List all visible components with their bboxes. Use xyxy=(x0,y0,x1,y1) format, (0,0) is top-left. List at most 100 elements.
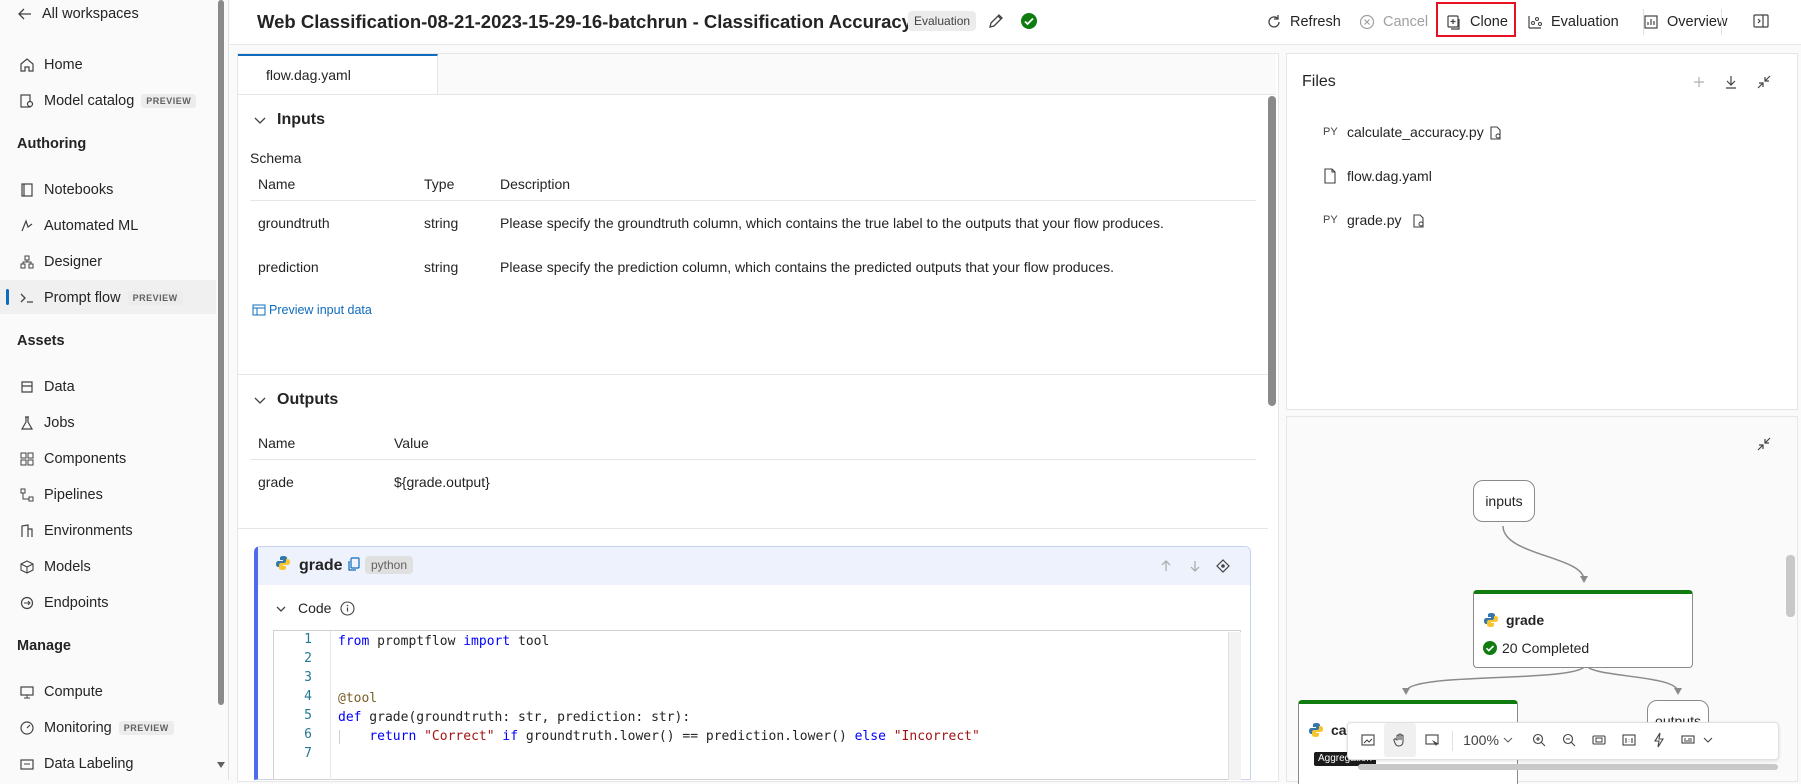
code-line-6: return "Correct" if groundtruth.lower() … xyxy=(338,727,980,746)
inputs-node[interactable]: inputs xyxy=(1473,480,1535,522)
environments-icon xyxy=(18,522,36,540)
sidebar-item-data-labeling[interactable]: Data Labeling xyxy=(18,751,134,777)
sidebar-item-environments[interactable]: Environments xyxy=(18,518,133,544)
chevron-down-icon xyxy=(1503,737,1513,743)
grade-graph-node[interactable]: grade 20 Completed xyxy=(1473,590,1693,668)
chevron-down-icon[interactable] xyxy=(253,393,267,407)
sidebar-item-label: Prompt flow xyxy=(44,290,121,306)
arrow-down-icon[interactable] xyxy=(1188,559,1202,573)
download-icon[interactable] xyxy=(1723,74,1739,90)
locate-target-icon[interactable] xyxy=(1215,558,1231,574)
sidebar-item-data[interactable]: Data xyxy=(18,374,75,400)
zoom-in-icon[interactable] xyxy=(1524,723,1554,757)
input-description: Please specify the prediction column, wh… xyxy=(500,259,1115,275)
auto-layout-icon[interactable] xyxy=(1644,723,1674,757)
select-mode-icon[interactable] xyxy=(1416,723,1448,757)
all-workspaces-link[interactable]: All workspaces xyxy=(16,1,139,27)
graph-toolbar: 100% xyxy=(1347,722,1779,760)
refresh-label: Refresh xyxy=(1290,14,1341,30)
graph-horizontal-scrollbar[interactable] xyxy=(1358,764,1778,770)
chevron-down-icon xyxy=(1703,737,1713,743)
refresh-icon xyxy=(1268,15,1280,28)
sidebar-item-label: Home xyxy=(44,57,83,73)
line-number: 7 xyxy=(304,746,312,761)
overview-button[interactable]: Overview xyxy=(1642,10,1727,34)
cube-icon xyxy=(18,558,36,576)
collapse-icon[interactable] xyxy=(1756,74,1772,90)
fit-view-icon[interactable] xyxy=(1352,723,1384,757)
files-title: Files xyxy=(1302,73,1336,90)
files-panel xyxy=(1286,53,1798,410)
more-options-dropdown[interactable] xyxy=(1674,723,1720,757)
chevron-down-icon[interactable] xyxy=(275,602,287,614)
sidebar-item-label: Notebooks xyxy=(44,182,114,198)
tab-flow-dag-yaml[interactable]: flow.dag.yaml xyxy=(238,54,438,94)
sidebar-item-endpoints[interactable]: Endpoints xyxy=(18,590,109,616)
sidebar-item-monitoring[interactable]: Monitoring PREVIEW xyxy=(18,715,174,741)
code-text: promptflow xyxy=(369,634,464,649)
keyword: from xyxy=(338,634,370,649)
sidebar-item-prompt-flow[interactable]: Prompt flow PREVIEW xyxy=(18,285,183,311)
cancel-label: Cancel xyxy=(1383,14,1429,30)
pipelines-icon xyxy=(18,486,36,504)
actual-size-icon[interactable] xyxy=(1614,723,1644,757)
pan-hand-icon[interactable] xyxy=(1384,723,1416,757)
sidebar-item-label: Automated ML xyxy=(44,218,139,234)
sidebar-scrollbar-thumb[interactable] xyxy=(218,0,224,705)
sidebar-item-home[interactable]: Home xyxy=(18,52,83,78)
file-icon xyxy=(1323,168,1337,184)
arrow-left-icon xyxy=(16,5,34,23)
file-settings-icon[interactable] xyxy=(1411,213,1427,229)
sidebar-item-label: Jobs xyxy=(44,415,75,431)
col-header-type: Type xyxy=(424,176,455,192)
scroll-down-arrow-icon[interactable] xyxy=(216,760,226,770)
chevron-down-icon[interactable] xyxy=(253,113,267,127)
sidebar-item-label: Environments xyxy=(44,523,133,539)
input-type: string xyxy=(424,215,459,231)
editor-scrollbar-thumb[interactable] xyxy=(1268,96,1276,406)
tab-label: flow.dag.yaml xyxy=(266,67,351,83)
node-status: 20 Completed xyxy=(1502,640,1590,656)
sidebar-item-jobs[interactable]: Jobs xyxy=(18,410,75,436)
section-manage: Manage xyxy=(17,638,71,654)
info-icon[interactable] xyxy=(340,601,355,616)
arrow-up-icon[interactable] xyxy=(1159,559,1173,573)
file-name: grade.py xyxy=(1347,212,1402,228)
zoom-level-dropdown[interactable]: 100% xyxy=(1456,723,1520,757)
cancel-button[interactable]: Cancel xyxy=(1358,10,1428,34)
evaluation-icon xyxy=(1528,16,1542,29)
clone-button[interactable]: Clone xyxy=(1445,10,1508,34)
evaluation-button[interactable]: Evaluation xyxy=(1526,10,1619,34)
collapse-panel-icon[interactable] xyxy=(1752,12,1772,32)
endpoints-icon xyxy=(18,594,36,612)
preview-input-data-link[interactable]: Preview input data xyxy=(252,303,372,317)
sidebar-item-model-catalog[interactable]: Model catalog PREVIEW xyxy=(18,88,197,114)
line-number: 1 xyxy=(304,632,312,647)
sidebar-item-pipelines[interactable]: Pipelines xyxy=(18,482,103,508)
copy-icon[interactable] xyxy=(347,557,361,571)
zoom-out-icon[interactable] xyxy=(1554,723,1584,757)
edit-pencil-icon[interactable] xyxy=(986,11,1006,31)
node-name: grade xyxy=(299,557,343,574)
sidebar-item-components[interactable]: Components xyxy=(18,446,126,472)
outputs-title: Outputs xyxy=(277,391,339,408)
py-file-icon: PY xyxy=(1323,214,1338,226)
code-scrollbar[interactable] xyxy=(1228,632,1241,780)
code-line-4: @tool xyxy=(338,691,378,706)
refresh-button[interactable]: Refresh xyxy=(1265,10,1341,34)
add-file-icon[interactable] xyxy=(1692,75,1706,89)
sidebar-item-automated-ml[interactable]: Automated ML xyxy=(18,213,138,239)
preview-badge: PREVIEW xyxy=(127,291,183,305)
keyword: else xyxy=(854,729,886,744)
sidebar-item-models[interactable]: Models xyxy=(18,554,91,580)
clone-label: Clone xyxy=(1470,14,1508,30)
catalog-icon xyxy=(18,92,36,110)
file-settings-icon[interactable] xyxy=(1488,125,1504,141)
cancel-icon xyxy=(1359,14,1375,30)
sidebar-item-designer[interactable]: Designer xyxy=(18,249,102,275)
sidebar-item-compute[interactable]: Compute xyxy=(18,679,103,705)
fit-screen-icon[interactable] xyxy=(1584,723,1614,757)
keyword: return xyxy=(369,729,417,744)
sidebar-item-notebooks[interactable]: Notebooks xyxy=(18,177,113,203)
code-editor[interactable] xyxy=(273,630,1241,780)
